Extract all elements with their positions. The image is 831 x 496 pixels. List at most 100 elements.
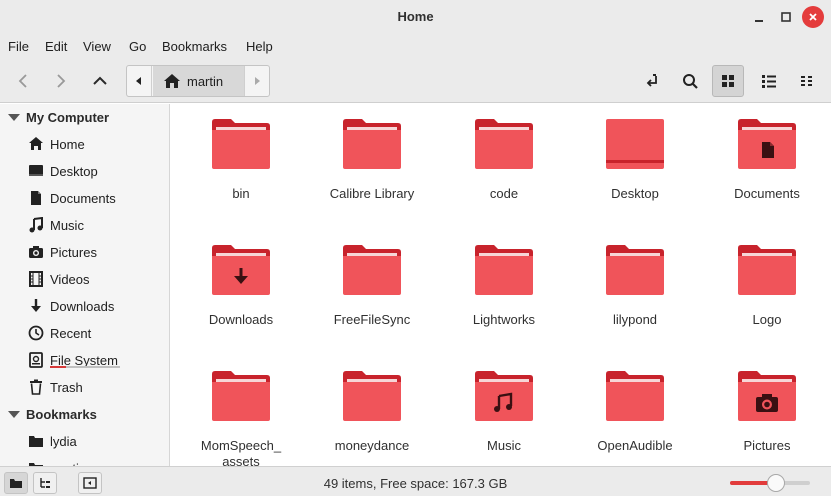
- file-item[interactable]: OpenAudible: [575, 356, 695, 466]
- file-item[interactable]: Logo: [707, 230, 827, 340]
- breadcrumb-label: martin: [187, 73, 224, 89]
- window-title: Home: [397, 9, 434, 24]
- minimize-button[interactable]: [748, 6, 770, 28]
- sidebar-item-label: Desktop: [50, 163, 98, 179]
- file-item[interactable]: Lightworks: [444, 230, 564, 340]
- file-name: OpenAudible: [597, 438, 673, 453]
- file-item[interactable]: FreeFileSync: [312, 230, 432, 340]
- file-name: code: [489, 186, 519, 201]
- drive-icon: [28, 352, 44, 368]
- file-item[interactable]: bin: [181, 104, 301, 214]
- chevron-up-icon: [93, 76, 107, 85]
- up-button[interactable]: [84, 65, 116, 97]
- sidebar-section-my-computer[interactable]: My Computer: [8, 107, 109, 127]
- camera-folder-icon: [738, 371, 796, 421]
- file-name: Documents: [734, 186, 800, 201]
- sidebar-item-label: lydia: [50, 433, 77, 449]
- file-item[interactable]: code: [444, 104, 564, 214]
- sidebar-section-bookmarks[interactable]: Bookmarks: [8, 404, 97, 424]
- grid-view-icon: [722, 75, 734, 87]
- zoom-slider[interactable]: [730, 474, 810, 492]
- menu-view[interactable]: View: [83, 39, 111, 54]
- close-button[interactable]: [802, 6, 824, 28]
- breadcrumb: martin: [126, 65, 270, 97]
- sidebar-item-downloads[interactable]: Downloads: [28, 296, 114, 316]
- folder-icon: [343, 245, 401, 295]
- desktop-icon: [28, 163, 44, 179]
- menu-go[interactable]: Go: [129, 39, 146, 54]
- sidebar-item-label: Pictures: [50, 244, 97, 260]
- clock-icon: [28, 325, 44, 341]
- file-item[interactable]: moneydance: [312, 356, 432, 466]
- list-view-icon: [762, 75, 776, 88]
- disk-usage-used: [50, 366, 66, 368]
- menu-file[interactable]: File: [8, 39, 29, 54]
- menu-bookmarks[interactable]: Bookmarks: [162, 39, 227, 54]
- search-button[interactable]: [674, 65, 706, 97]
- sidebar-item-documents[interactable]: Documents: [28, 188, 116, 208]
- sidebar-item-trash[interactable]: Trash: [28, 377, 83, 397]
- menu-help[interactable]: Help: [246, 39, 273, 54]
- file-item[interactable]: MomSpeech_ assets: [181, 356, 301, 466]
- folder-icon: [606, 245, 664, 295]
- download-icon: [28, 298, 44, 314]
- desktop-folder-icon: [606, 119, 664, 169]
- disk-usage-bar: [50, 366, 120, 368]
- menu-edit[interactable]: Edit: [45, 39, 67, 54]
- breadcrumb-scroll-right[interactable]: [244, 66, 269, 96]
- file-name: MomSpeech_ assets: [200, 438, 282, 466]
- file-name: lilypond: [612, 312, 658, 327]
- toggle-location-button[interactable]: [636, 65, 668, 97]
- sidebar-item-label: Videos: [50, 271, 90, 287]
- disk-usage-free: [66, 366, 120, 368]
- sidebar-item-videos[interactable]: Videos: [28, 269, 90, 289]
- file-item[interactable]: Pictures: [707, 356, 827, 466]
- file-item[interactable]: Music: [444, 356, 564, 466]
- maximize-button[interactable]: [775, 6, 797, 28]
- breadcrumb-scroll-left[interactable]: [127, 66, 152, 96]
- download-folder-icon: [212, 245, 270, 295]
- sidebar-item-pictures[interactable]: Pictures: [28, 242, 97, 262]
- search-icon: [683, 74, 698, 89]
- file-name: bin: [232, 186, 250, 201]
- folder-icon: [475, 119, 533, 169]
- forward-button[interactable]: [45, 65, 77, 97]
- sidebar-item-recent[interactable]: Recent: [28, 323, 91, 343]
- sidebar-item-music[interactable]: Music: [28, 215, 84, 235]
- folder-icon: [212, 371, 270, 421]
- file-name: Calibre Library: [329, 186, 415, 201]
- document-icon: [28, 190, 44, 206]
- file-item[interactable]: Documents: [707, 104, 827, 214]
- sidebar-item-label: Home: [50, 136, 85, 152]
- sidebar-item-martin[interactable]: martin: [28, 458, 86, 466]
- file-name: Lightworks: [472, 312, 536, 327]
- sidebar-item-label: Trash: [50, 379, 83, 395]
- sidebar-item-desktop[interactable]: Desktop: [28, 161, 98, 181]
- sidebar-item-lydia[interactable]: lydia: [28, 431, 77, 451]
- file-item[interactable]: lilypond: [575, 230, 695, 340]
- triangle-right-icon: [255, 77, 260, 85]
- sidebar-item-label: Music: [50, 217, 84, 233]
- file-name: Downloads: [208, 312, 274, 327]
- music-icon: [28, 217, 44, 233]
- compact-view-button[interactable]: [791, 65, 823, 97]
- file-name: Desktop: [611, 186, 659, 201]
- icon-view-button[interactable]: [712, 65, 744, 97]
- back-button[interactable]: [7, 65, 39, 97]
- minimize-icon: [755, 20, 763, 22]
- file-item[interactable]: Downloads: [181, 230, 301, 340]
- triangle-left-icon: [136, 77, 141, 85]
- list-view-button[interactable]: [753, 65, 785, 97]
- breadcrumb-home[interactable]: martin: [153, 66, 244, 96]
- sidebar: My Computer Home Desktop Documents Music…: [0, 104, 170, 466]
- status-text: 49 items, Free space: 167.3 GB: [323, 476, 508, 491]
- film-icon: [28, 271, 44, 287]
- sidebar-heading: My Computer: [26, 109, 110, 125]
- maximize-icon: [781, 12, 791, 22]
- sidebar-item-home[interactable]: Home: [28, 134, 85, 154]
- file-item[interactable]: Desktop: [575, 104, 695, 214]
- toolbar: martin: [0, 59, 831, 103]
- sidebar-item-label: Documents: [50, 190, 116, 206]
- file-item[interactable]: Calibre Library: [312, 104, 432, 214]
- zoom-slider-handle[interactable]: [767, 474, 785, 492]
